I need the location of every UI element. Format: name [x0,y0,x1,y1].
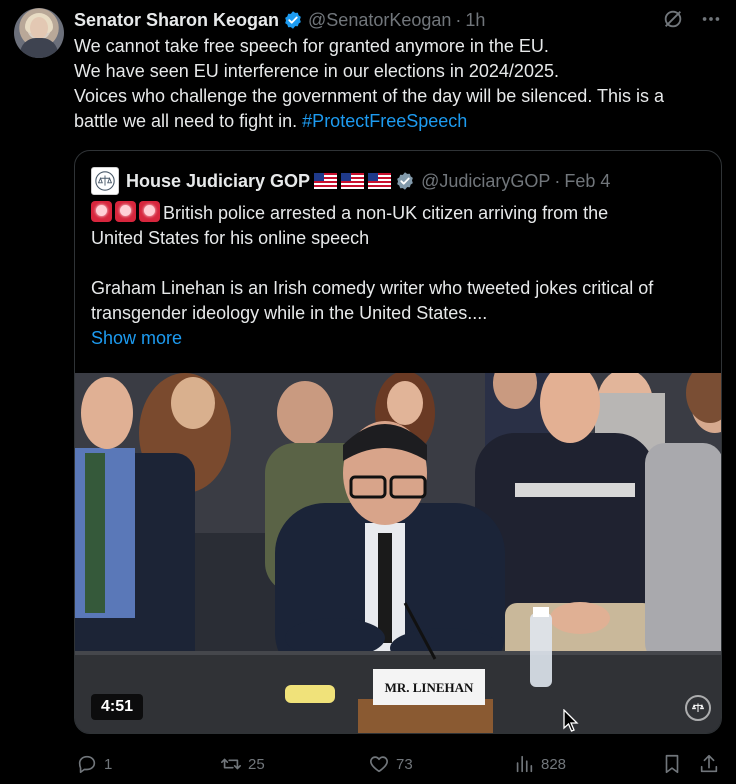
views-button[interactable]: 828 [513,750,566,778]
flag-icon [341,173,365,189]
tweet-top-icons [662,8,722,30]
reply-count: 1 [104,755,113,773]
siren-icon [91,201,112,222]
action-bar: 1 25 73 828 [76,750,722,778]
hashtag-link[interactable]: #ProtectFreeSpeech [302,111,467,131]
nameplate-text: MR. LINEHAN [385,680,474,695]
tweet-text: We cannot take free speech for granted a… [74,34,722,134]
quoted-avatar[interactable] [91,167,119,195]
separator-dot: · [455,9,462,30]
post-time[interactable]: 1h [465,10,485,31]
flag-icon [314,173,338,189]
tweet-line: We cannot take free speech for granted a… [74,36,549,56]
author-handle[interactable]: @SenatorKeogan [308,10,451,31]
tweet-line: battle we all need to fight in. #Protect… [74,109,722,134]
siren-icon [139,201,160,222]
mouse-cursor-icon [563,708,579,733]
quoted-tweet[interactable]: House Judiciary GOP @JudiciaryGOP · Feb … [74,150,722,734]
like-count: 73 [396,755,413,773]
author-avatar[interactable] [14,8,64,58]
video-player[interactable]: MR. LINEHAN 4:51 [75,373,721,733]
share-icon [700,754,718,773]
tweet-line-text: battle we all need to fight in. [74,111,298,131]
siren-icon [115,201,136,222]
verified-badge-icon [283,10,303,30]
separator-dot: · [554,170,561,191]
like-button[interactable]: 73 [368,750,413,778]
quoted-handle[interactable]: @JudiciaryGOP [421,171,550,192]
repost-count: 25 [248,755,265,773]
quoted-date[interactable]: Feb 4 [564,171,610,192]
seal-icon [685,695,711,721]
quoted-line: transgender ideology while in the United… [91,303,488,323]
quoted-line: United States for his online speech [91,228,370,248]
quoted-line-text: British police arrested a non-UK citizen… [163,203,609,223]
views-icon [516,755,533,773]
quoted-text: British police arrested a non-UK citizen… [91,201,711,351]
bookmark-button[interactable] [661,750,683,778]
repost-icon [221,758,241,770]
quoted-author-name[interactable]: House Judiciary GOP [126,171,310,192]
tweet-line: Voices who challenge the government of t… [74,86,665,106]
tweet[interactable]: Senator Sharon Keogan @SenatorKeogan · 1… [0,0,736,784]
author-name[interactable]: Senator Sharon Keogan [74,10,279,31]
quoted-header: House Judiciary GOP @JudiciaryGOP · Feb … [91,167,610,195]
video-frame: MR. LINEHAN [75,373,721,733]
tweet-line: We have seen EU interference in our elec… [74,61,559,81]
flag-icon [368,173,392,189]
reply-button[interactable]: 1 [76,750,112,778]
grok-icon[interactable] [662,8,684,30]
tweet-header: Senator Sharon Keogan @SenatorKeogan · 1… [74,8,485,32]
views-count: 828 [541,755,567,773]
reply-icon [78,755,96,774]
show-more-link[interactable]: Show more [91,326,711,351]
quoted-line: Graham Linehan is an Irish comedy writer… [91,278,654,298]
verified-badge-icon [395,171,415,191]
share-button[interactable] [698,750,720,778]
quoted-line: British police arrested a non-UK citizen… [91,201,711,226]
more-icon[interactable] [700,8,722,30]
video-duration: 4:51 [91,694,144,720]
repost-button[interactable]: 25 [220,750,265,778]
like-icon [370,756,388,773]
bookmark-icon [665,754,679,774]
